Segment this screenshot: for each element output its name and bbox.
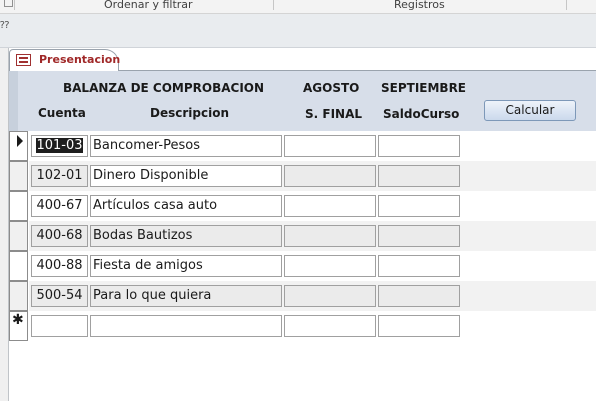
- navigation-pane-edge: [0, 48, 8, 401]
- form-icon: [16, 54, 31, 66]
- descripcion-field[interactable]: Artículos casa auto: [90, 195, 282, 217]
- descripcion-field[interactable]: Dinero Disponible: [90, 165, 282, 187]
- column-header-s-final: S. FINAL: [305, 107, 363, 121]
- cuenta-field-new[interactable]: [31, 315, 88, 337]
- cuenta-field[interactable]: 400-68: [31, 225, 88, 247]
- month-label-agosto: AGOSTO: [303, 81, 360, 95]
- column-header-saldo-curso: SaldoCurso: [383, 107, 460, 121]
- saldo-curso-field[interactable]: [378, 195, 460, 217]
- s-final-field[interactable]: [284, 195, 376, 217]
- ribbon-divider: [14, 0, 15, 10]
- ribbon-group-bar: [0, 0, 596, 14]
- calcular-button[interactable]: Calcular: [484, 100, 576, 121]
- ribbon-group-registros: Registros: [394, 0, 445, 11]
- record-selector[interactable]: [9, 161, 28, 191]
- current-record-icon: [17, 135, 23, 147]
- ribbon-divider: [273, 0, 274, 10]
- cuenta-field[interactable]: 400-67: [31, 195, 88, 217]
- ribbon-divider: [566, 0, 567, 10]
- dialog-launcher-icon[interactable]: [4, 0, 13, 7]
- s-final-field[interactable]: [284, 255, 376, 277]
- s-final-field[interactable]: [284, 225, 376, 247]
- cuenta-field[interactable]: 400-88: [31, 255, 88, 277]
- cuenta-field[interactable]: 500-54: [31, 285, 88, 307]
- descripcion-field[interactable]: Bodas Bautizos: [90, 225, 282, 247]
- cuenta-field[interactable]: 101-03: [31, 135, 88, 157]
- navigation-band: [0, 14, 596, 48]
- s-final-field-new[interactable]: [284, 315, 376, 337]
- shutter-bar-icon[interactable]: ⁇: [0, 20, 9, 31]
- new-record-icon: ✱: [12, 312, 24, 328]
- saldo-curso-field[interactable]: [378, 165, 460, 187]
- descripcion-field[interactable]: Fiesta de amigos: [90, 255, 282, 277]
- cuenta-value: 101-03: [36, 138, 83, 153]
- saldo-curso-field[interactable]: [378, 285, 460, 307]
- record-selector[interactable]: [9, 191, 28, 221]
- s-final-field[interactable]: [284, 135, 376, 157]
- s-final-field[interactable]: [284, 165, 376, 187]
- saldo-curso-field[interactable]: [378, 135, 460, 157]
- record-selector-header: [9, 71, 18, 131]
- month-label-septiembre: SEPTIEMBRE: [381, 81, 467, 95]
- column-header-cuenta: Cuenta: [38, 106, 86, 120]
- column-header-descripcion: Descripcion: [150, 106, 229, 120]
- record-selector[interactable]: [9, 281, 28, 311]
- record-selector[interactable]: [9, 221, 28, 251]
- saldo-curso-field[interactable]: [378, 255, 460, 277]
- saldo-curso-field-new[interactable]: [378, 315, 460, 337]
- s-final-field[interactable]: [284, 285, 376, 307]
- ribbon-group-ordenar: Ordenar y filtrar: [104, 0, 193, 11]
- saldo-curso-field[interactable]: [378, 225, 460, 247]
- descripcion-field[interactable]: Bancomer-Pesos: [90, 135, 282, 157]
- descripcion-field-new[interactable]: [90, 315, 282, 337]
- record-selector[interactable]: [9, 251, 28, 281]
- tab-label: Presentacion: [39, 53, 121, 66]
- descripcion-field[interactable]: Para lo que quiera: [90, 285, 282, 307]
- report-title: BALANZA DE COMPROBACION: [63, 81, 265, 95]
- cuenta-field[interactable]: 102-01: [31, 165, 88, 187]
